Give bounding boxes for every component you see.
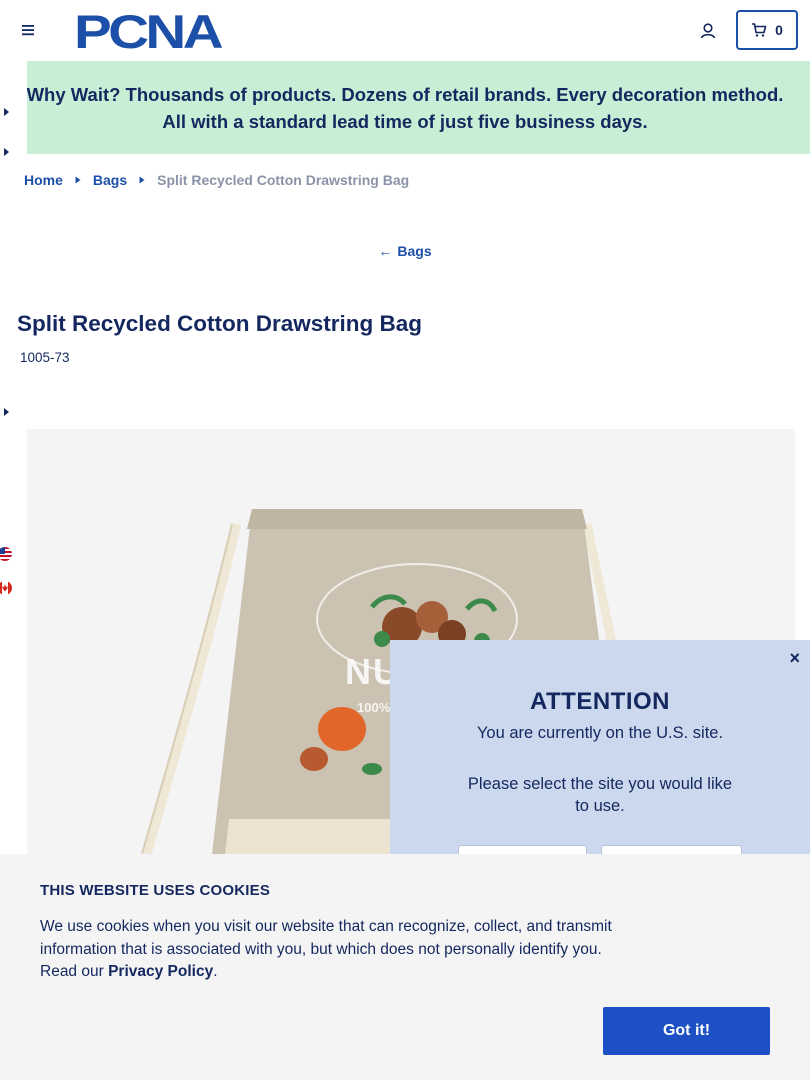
product-title: Split Recycled Cotton Drawstring Bag — [17, 311, 423, 336]
breadcrumb-caret-icon — [139, 176, 145, 184]
side-rail — [0, 61, 27, 854]
canada-flag-icon[interactable] — [0, 581, 12, 595]
promo-text: Why Wait? Thousands of products. Dozens … — [26, 83, 784, 132]
site-header: PCNA 0 — [0, 0, 810, 61]
cart-count: 0 — [775, 22, 783, 38]
cookie-banner: THIS WEBSITE USES COOKIES We use cookies… — [0, 854, 810, 1080]
back-link-label: Bags — [397, 243, 432, 259]
pcna-logo[interactable]: PCNA — [74, 9, 226, 51]
cookie-period: . — [213, 963, 218, 980]
arrow-left-icon: ← — [378, 243, 393, 259]
promo-banner: Why Wait? Thousands of products. Dozens … — [0, 61, 810, 154]
cart-icon — [752, 23, 767, 37]
us-flag-icon[interactable] — [0, 547, 12, 561]
modal-title: ATTENTION — [529, 688, 671, 715]
svg-text:100%: 100% — [357, 700, 391, 715]
account-user-icon[interactable] — [697, 20, 719, 42]
breadcrumb-bags[interactable]: Bags — [93, 172, 127, 188]
breadcrumb: Home Bags Split Recycled Cotton Drawstri… — [24, 172, 409, 188]
modal-prompt: Please select the site you would like to… — [467, 775, 733, 815]
breadcrumb-home[interactable]: Home — [24, 172, 63, 188]
back-to-category-link[interactable]: ← Bags — [0, 243, 810, 259]
caret-right-icon[interactable] — [2, 107, 10, 117]
cookie-text: We use cookies when you visit our websit… — [40, 916, 620, 984]
cart-button[interactable]: 0 — [736, 10, 798, 50]
site-selector-modal: × ATTENTION You are currently on the U.S… — [390, 640, 810, 885]
caret-right-icon[interactable] — [2, 407, 10, 417]
accept-cookies-button[interactable]: Got it! — [603, 1007, 770, 1055]
cookie-title: THIS WEBSITE USES COOKIES — [40, 882, 271, 899]
breadcrumb-caret-icon — [75, 176, 81, 184]
close-icon[interactable]: × — [789, 648, 800, 669]
privacy-policy-link[interactable]: Privacy Policy — [108, 963, 213, 980]
breadcrumb-current: Split Recycled Cotton Drawstring Bag — [157, 172, 410, 188]
caret-right-icon[interactable] — [2, 147, 10, 157]
hamburger-menu-icon[interactable] — [18, 20, 38, 40]
product-sku: 1005-73 — [20, 350, 70, 365]
svg-text:PCNA: PCNA — [74, 9, 222, 51]
modal-message: You are currently on the U.S. site. — [476, 724, 724, 742]
